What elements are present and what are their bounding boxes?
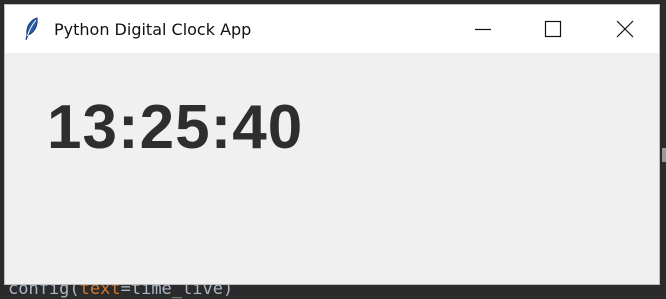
title-bar[interactable]: Python Digital Clock App	[5, 5, 659, 53]
close-button[interactable]	[597, 5, 653, 53]
editor-gutter-mark	[662, 148, 666, 162]
clock-time-label: 13:25:40	[47, 93, 304, 162]
feather-icon	[23, 17, 41, 41]
minimize-icon	[475, 28, 491, 31]
minimize-button[interactable]	[455, 5, 511, 53]
window-title: Python Digital Clock App	[54, 20, 252, 39]
maximize-button[interactable]	[525, 5, 581, 53]
maximize-icon	[544, 20, 562, 38]
clock-app-window: Python Digital Clock App 13:25:40	[4, 4, 660, 285]
close-icon	[616, 20, 634, 38]
